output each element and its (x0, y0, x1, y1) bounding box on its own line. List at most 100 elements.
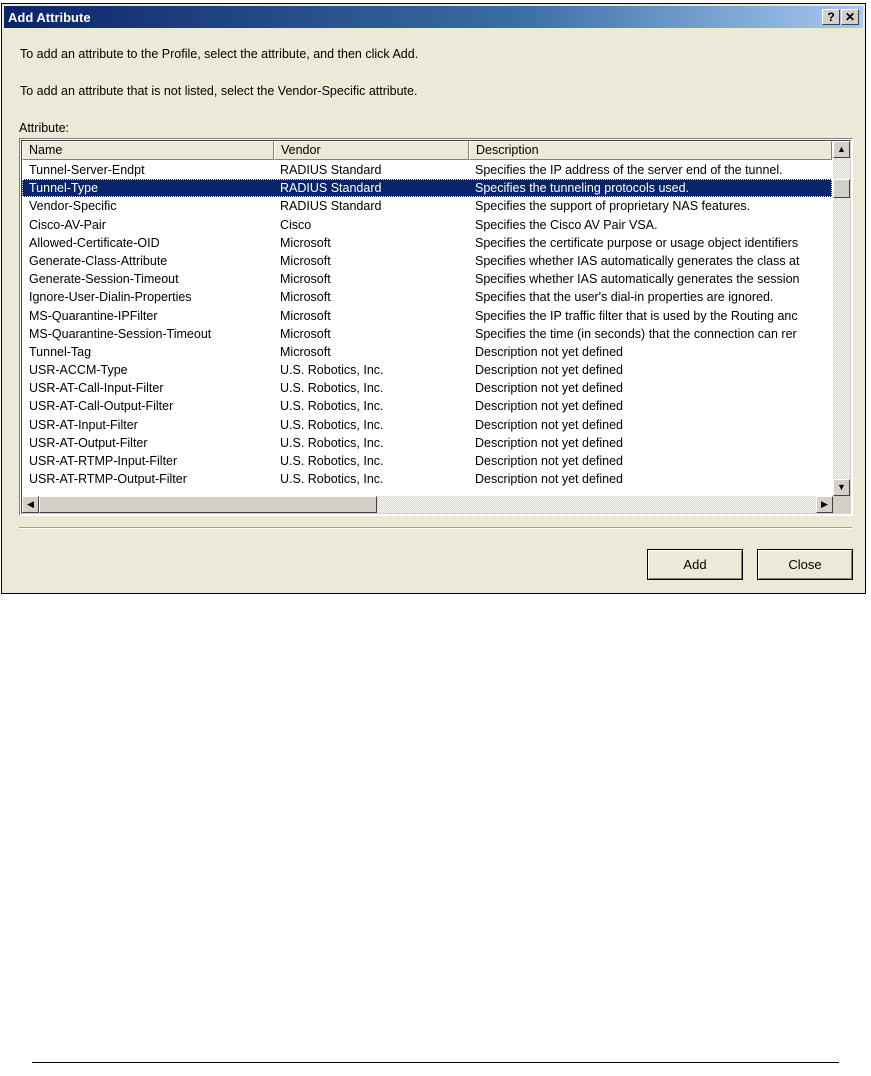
cell-description: Specifies the certificate purpose or usa… (475, 235, 799, 250)
cell-vendor: U.S. Robotics, Inc. (280, 381, 384, 396)
instruction-text-1: To add an attribute to the Profile, sele… (20, 47, 419, 61)
list-item[interactable]: Vendor-Specific RADIUS Standard Specifies … (22, 197, 832, 215)
cell-description: Specifies the support of proprietary NAS… (475, 199, 751, 214)
scroll-down-icon[interactable]: ▼ (833, 479, 850, 496)
scroll-left-icon[interactable]: ◀ (22, 496, 39, 513)
cell-name: Cisco-AV-Pair (29, 217, 106, 232)
list-item[interactable]: Allowed-Certificate-OID Microsoft Specifie… (22, 234, 832, 252)
cell-vendor: Microsoft (280, 326, 331, 341)
cell-name: USR-AT-RTMP-Input-Filter (29, 454, 178, 468)
cell-vendor: Cisco (280, 217, 312, 232)
cell-vendor: U.S. Robotics, Inc. (280, 454, 384, 468)
attribute-list[interactable]: Name Vendor Description Tunnel-Server-En… (19, 138, 853, 516)
attribute-label-text: Attribute: (19, 121, 70, 135)
cell-name: USR-ACCM-Type (29, 363, 128, 378)
cell-vendor: Microsoft (280, 344, 331, 359)
cell-description: Specifies whether IAS automatically gene… (475, 253, 800, 268)
cell-name: USR-AT-Output-Filter (29, 435, 148, 450)
cell-description: Specifies the tunneling protocols used. (475, 181, 690, 196)
cell-vendor: U.S. Robotics, Inc. (280, 435, 384, 450)
list-item[interactable]: Tunnel-Server-Endpt RADIUS Standard Specif… (22, 161, 832, 179)
column-header-name[interactable]: Name (22, 141, 274, 160)
cell-description: Description not yet defined (475, 435, 624, 450)
cell-description: Description not yet defined (475, 399, 624, 414)
page-footer-rule (32, 1062, 839, 1063)
list-item[interactable]: Generate-Class-Attribute Microsoft Specifi… (22, 252, 832, 270)
cell-name: Ignore-User-Dialin-Properties (29, 290, 192, 305)
scroll-up-icon[interactable]: ▲ (833, 141, 850, 158)
list-item[interactable]: Generate-Session-Timeout Microsoft Specifi… (22, 270, 832, 288)
list-item[interactable]: USR-AT-Call-Input-Filter U.S. Robotics, I… (22, 379, 832, 397)
list-item[interactable]: USR-ACCM-Type U.S. Robotics, Inc. Descript… (22, 361, 832, 379)
cell-vendor: RADIUS Standard (280, 199, 382, 214)
scrollbar-corner (833, 496, 850, 513)
cell-vendor: Microsoft (280, 308, 331, 323)
cell-description: Specifies the Cisco AV Pair VSA. (475, 217, 658, 232)
cell-vendor: Microsoft (280, 272, 331, 287)
cell-vendor: RADIUS Standard (280, 181, 382, 196)
cell-description: Specifies whether IAS automatically gene… (475, 272, 800, 287)
list-item[interactable]: Cisco-AV-Pair Cisco Specifies the Cisco AV… (22, 216, 832, 234)
cell-description: Description not yet defined (475, 381, 624, 396)
cell-vendor: Microsoft (280, 253, 331, 268)
attribute-label: Attribute: (19, 121, 69, 135)
cell-name: USR-AT-Input-Filter (29, 417, 138, 432)
list-item[interactable]: Tunnel-Type RADIUS Standard Specifies the … (22, 179, 832, 198)
cell-name: USR-AT-Call-Input-Filter (29, 381, 164, 396)
list-item[interactable]: USR-AT-Input-Filter U.S. Robotics, Inc. De… (22, 416, 832, 434)
close-window-button[interactable]: ✕ (841, 9, 859, 25)
cell-description: Description not yet defined (475, 417, 624, 432)
cell-description: Specifies the IP address of the server e… (475, 163, 783, 177)
separator-line (19, 527, 852, 529)
cell-description: Specifies that the user's dial-in proper… (475, 290, 774, 305)
cell-name: Tunnel-Server-Endpt (29, 163, 145, 177)
horizontal-scroll-thumb[interactable] (39, 496, 377, 513)
column-header-description[interactable]: Description (469, 141, 832, 160)
column-header-vendor[interactable]: Vendor (274, 141, 469, 160)
cell-vendor: Microsoft (280, 290, 331, 305)
cell-description: Specifies the IP traffic filter that is … (475, 308, 798, 323)
cell-vendor: Microsoft (280, 235, 331, 250)
add-attribute-dialog: Add Attribute ? ✕ To add an attribute to… (1, 3, 866, 594)
horizontal-scrollbar[interactable]: ◀ ▶ (22, 496, 833, 513)
cell-description: Description not yet defined (475, 454, 624, 468)
list-item[interactable]: MS-Quarantine-Session-Timeout Microsoft Sp… (22, 325, 832, 343)
cell-name: USR-AT-Call-Output-Filter (29, 399, 174, 414)
cell-name: Allowed-Certificate-OID (29, 235, 160, 250)
help-button[interactable]: ? (822, 9, 840, 25)
vertical-scrollbar[interactable]: ▲ ▼ (833, 141, 850, 496)
close-button[interactable]: Close (757, 549, 853, 580)
list-rows: Tunnel-Server-Endpt RADIUS Standard Specif… (22, 161, 832, 488)
cell-description: Specifies the time (in seconds) that the… (475, 326, 797, 341)
cell-vendor: U.S. Robotics, Inc. (280, 417, 384, 432)
add-button[interactable]: Add (647, 549, 743, 580)
vertical-scroll-thumb[interactable] (833, 179, 850, 198)
list-item[interactable]: USR-AT-Output-Filter U.S. Robotics, Inc. D… (22, 434, 832, 452)
cell-vendor: U.S. Robotics, Inc. (280, 363, 384, 378)
cell-description: Description not yet defined (475, 363, 624, 378)
list-item[interactable]: MS-Quarantine-IPFilter Microsoft Specifies… (22, 307, 832, 325)
list-item[interactable]: USR-AT-RTMP-Output-Filter U.S. Robotics, … (22, 470, 832, 488)
cell-vendor: U.S. Robotics, Inc. (280, 399, 384, 414)
cell-name: USR-AT-RTMP-Output-Filter (29, 472, 187, 487)
list-item[interactable]: Ignore-User-Dialin-Properties Microsoft Sp… (22, 288, 832, 306)
cell-name: Generate-Session-Timeout (29, 272, 179, 287)
instruction-text-2: To add an attribute that is not listed, … (20, 84, 418, 98)
cell-description: Description not yet defined (475, 344, 624, 359)
cell-name: Tunnel-Tag (29, 344, 92, 359)
title-bar[interactable]: Add Attribute ? ✕ (4, 6, 863, 28)
list-item[interactable]: USR-AT-Call-Output-Filter U.S. Robotics, … (22, 397, 832, 415)
cell-vendor: RADIUS Standard (280, 163, 382, 177)
cell-description: Description not yet defined (475, 472, 624, 487)
cell-name: Vendor-Specific (29, 199, 117, 214)
scroll-right-icon[interactable]: ▶ (816, 496, 833, 513)
window-title: Add Attribute (8, 10, 91, 25)
attribute-list-inner: Name Vendor Description Tunnel-Server-En… (21, 140, 851, 514)
list-header: Name Vendor Description (22, 141, 832, 160)
list-item[interactable]: USR-AT-RTMP-Input-Filter U.S. Robotics, I… (22, 452, 832, 470)
cell-name: MS-Quarantine-IPFilter (29, 308, 158, 323)
cell-name: Tunnel-Type (29, 181, 99, 196)
cell-name: Generate-Class-Attribute (29, 253, 168, 268)
list-item[interactable]: Tunnel-Tag Microsoft Description not yet d… (22, 343, 832, 361)
cell-name: MS-Quarantine-Session-Timeout (29, 326, 212, 341)
